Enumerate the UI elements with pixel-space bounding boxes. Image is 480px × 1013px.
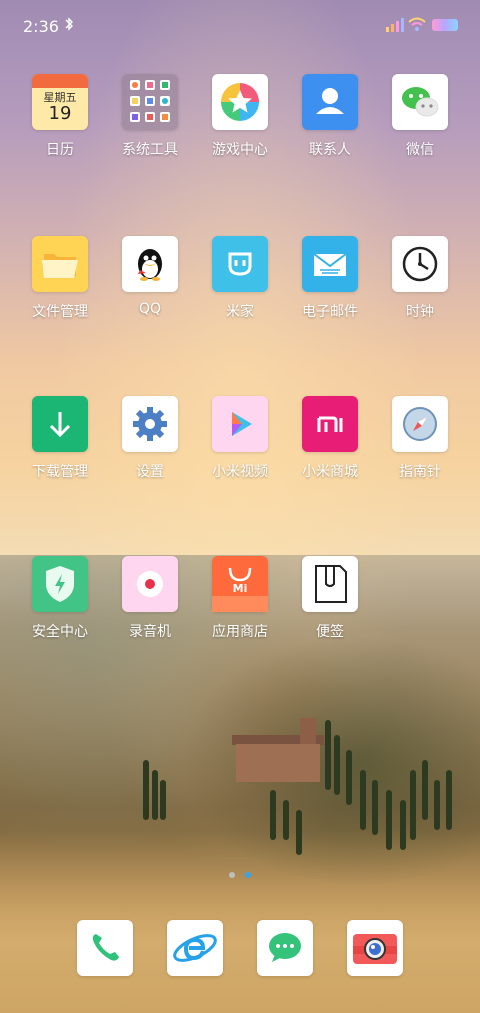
- shield-icon: [32, 556, 88, 612]
- cypress-tree: [283, 800, 289, 840]
- record-icon: [122, 556, 178, 612]
- camera-icon: [347, 920, 403, 976]
- dock-browser[interactable]: [150, 920, 240, 976]
- cypress-tree: [410, 770, 416, 840]
- app-notes[interactable]: 便签: [285, 556, 375, 641]
- app-label: 下载管理: [32, 464, 88, 480]
- mi-video-icon: [212, 396, 268, 452]
- calendar-icon: 星期五 19: [32, 74, 88, 130]
- folder-icon: [122, 74, 178, 130]
- app-qq[interactable]: QQ: [105, 236, 195, 317]
- battery-icon: [432, 19, 458, 31]
- cypress-tree: [372, 780, 378, 835]
- game-center-icon: [212, 74, 268, 130]
- dock: [0, 920, 480, 976]
- status-time: 2:36: [23, 17, 59, 36]
- app-label: 应用商店: [212, 624, 268, 640]
- browser-e-icon: [167, 920, 223, 976]
- app-email[interactable]: 电子邮件: [285, 236, 375, 321]
- app-label: 小米视频: [212, 464, 268, 480]
- app-download-manager[interactable]: 下载管理: [15, 396, 105, 481]
- shopping-bag-icon: Mi: [212, 556, 268, 612]
- app-label: 电子邮件: [302, 304, 358, 320]
- app-label: 日历: [46, 142, 74, 158]
- contacts-icon: [302, 74, 358, 130]
- wechat-icon: [392, 74, 448, 130]
- app-mijia[interactable]: 米家: [195, 236, 285, 321]
- cypress-tree: [296, 810, 302, 855]
- app-system-tools[interactable]: 系统工具: [105, 74, 195, 159]
- app-label: 安全中心: [32, 624, 88, 640]
- dock-camera[interactable]: [330, 920, 420, 976]
- page-dot-2[interactable]: [245, 872, 251, 878]
- app-label: 米家: [226, 304, 254, 320]
- app-contacts[interactable]: 联系人: [285, 74, 375, 159]
- wallpaper-house: [236, 744, 320, 782]
- cypress-tree: [325, 720, 331, 790]
- download-icon: [32, 396, 88, 452]
- cypress-tree: [270, 790, 276, 840]
- app-label: 游戏中心: [212, 142, 268, 158]
- cypress-tree: [346, 750, 352, 805]
- dock-messages[interactable]: [240, 920, 330, 976]
- cypress-tree: [143, 760, 149, 820]
- wallpaper-house-tower: [300, 718, 316, 744]
- mijia-icon: [212, 236, 268, 292]
- app-clock[interactable]: 时钟: [375, 236, 465, 321]
- wifi-icon: [408, 16, 426, 32]
- cypress-tree: [360, 770, 366, 830]
- dock-phone[interactable]: [60, 920, 150, 976]
- app-mi-store[interactable]: 小米商城: [285, 396, 375, 481]
- clock-icon: [392, 236, 448, 292]
- app-game-center[interactable]: 游戏中心: [195, 74, 285, 159]
- app-file-manager[interactable]: 文件管理: [15, 236, 105, 321]
- app-label: 小米商城: [302, 464, 358, 480]
- app-label: 便签: [316, 624, 344, 640]
- cypress-tree: [400, 800, 406, 850]
- cypress-tree: [446, 770, 452, 830]
- phone-icon: [77, 920, 133, 976]
- compass-icon: [392, 396, 448, 452]
- app-label: 指南针: [399, 464, 441, 480]
- app-label: 录音机: [129, 624, 171, 640]
- cypress-tree: [386, 790, 392, 850]
- app-label: 设置: [136, 464, 164, 480]
- app-recorder[interactable]: 录音机: [105, 556, 195, 641]
- app-mi-video[interactable]: 小米视频: [195, 396, 285, 481]
- signal-icon: [386, 18, 404, 32]
- message-bubble-icon: [257, 920, 313, 976]
- file-manager-icon: [32, 236, 88, 292]
- app-label: 文件管理: [32, 304, 88, 320]
- cypress-tree: [422, 760, 428, 820]
- app-app-store[interactable]: Mi 应用商店: [195, 556, 285, 641]
- mi-logo-icon: [302, 396, 358, 452]
- app-settings[interactable]: 设置: [105, 396, 195, 481]
- cypress-tree: [152, 770, 158, 820]
- cypress-tree: [160, 780, 166, 820]
- notes-clip-icon: [302, 556, 358, 612]
- page-indicator: [229, 872, 253, 880]
- app-label: 微信: [406, 142, 434, 158]
- app-label: QQ: [138, 301, 162, 317]
- app-wechat[interactable]: 微信: [375, 74, 465, 159]
- calendar-day: 19: [48, 103, 72, 124]
- cypress-tree: [434, 780, 440, 830]
- app-label: 时钟: [406, 304, 434, 320]
- app-calendar[interactable]: 星期五 19 日历: [15, 74, 105, 159]
- page-dot-1[interactable]: [229, 872, 235, 878]
- app-security-center[interactable]: 安全中心: [15, 556, 105, 641]
- cypress-tree: [334, 735, 340, 795]
- app-label: 联系人: [309, 142, 351, 158]
- bluetooth-icon: [64, 16, 74, 32]
- app-label: 系统工具: [122, 142, 178, 158]
- email-icon: [302, 236, 358, 292]
- qq-penguin-icon: [122, 236, 178, 292]
- mi-store-text: Mi: [232, 582, 248, 595]
- status-bar: 2:36: [0, 0, 480, 52]
- gear-icon: [122, 396, 178, 452]
- app-compass[interactable]: 指南针: [375, 396, 465, 481]
